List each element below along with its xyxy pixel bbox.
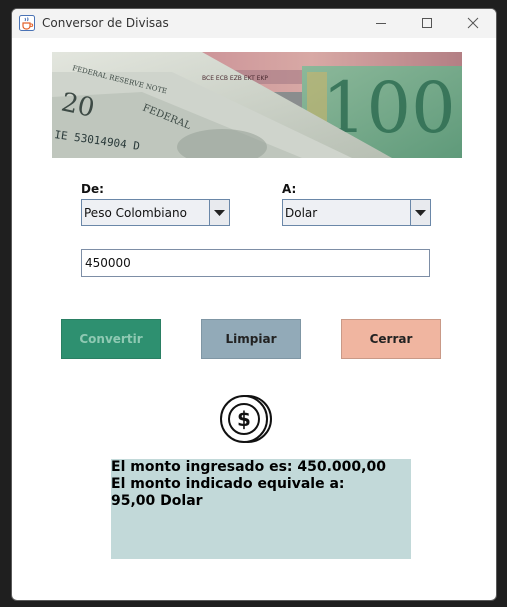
- to-currency-select[interactable]: Dolar: [282, 199, 431, 226]
- from-label: De:: [81, 182, 104, 196]
- minimize-button[interactable]: [358, 9, 404, 38]
- result-line-3: 95,00 Dolar: [111, 493, 203, 509]
- to-currency-value: Dolar: [285, 206, 318, 220]
- title-bar[interactable]: Conversor de Divisas: [12, 9, 496, 38]
- chevron-down-icon: [214, 210, 225, 216]
- maximize-icon: [422, 18, 432, 28]
- window-title: Conversor de Divisas: [42, 16, 169, 30]
- app-window: Conversor de Divisas 100 20 IE 53014904 …: [11, 8, 497, 601]
- close-window-button[interactable]: [450, 9, 496, 38]
- from-currency-select[interactable]: Peso Colombiano: [81, 199, 230, 226]
- to-label: A:: [282, 182, 297, 196]
- svg-text:$: $: [237, 407, 251, 431]
- convert-button[interactable]: Convertir: [61, 319, 161, 359]
- java-cup-icon: [19, 15, 35, 31]
- maximize-button[interactable]: [404, 9, 450, 38]
- currency-banner-image: 100 20 IE 53014904 D FEDERAL RESERVE NOT…: [52, 52, 462, 158]
- minimize-icon: [376, 23, 386, 24]
- from-currency-value: Peso Colombiano: [84, 206, 187, 220]
- close-button[interactable]: Cerrar: [341, 319, 441, 359]
- result-line-1: El monto ingresado es: 450.000,00: [111, 459, 386, 475]
- svg-text:BCE ECB EZB EKT EKP: BCE ECB EZB EKT EKP: [202, 75, 268, 82]
- result-panel: El monto ingresado es: 450.000,00 El mon…: [111, 459, 411, 559]
- chevron-down-icon: [415, 210, 426, 216]
- from-dropdown-button[interactable]: [209, 200, 229, 225]
- amount-input[interactable]: [81, 249, 430, 277]
- result-line-2: El monto indicado equivale a:: [111, 476, 345, 492]
- dollar-coin-icon: $: [220, 395, 272, 443]
- clear-button[interactable]: Limpiar: [201, 319, 301, 359]
- to-dropdown-button[interactable]: [410, 200, 430, 225]
- close-icon: [467, 17, 479, 29]
